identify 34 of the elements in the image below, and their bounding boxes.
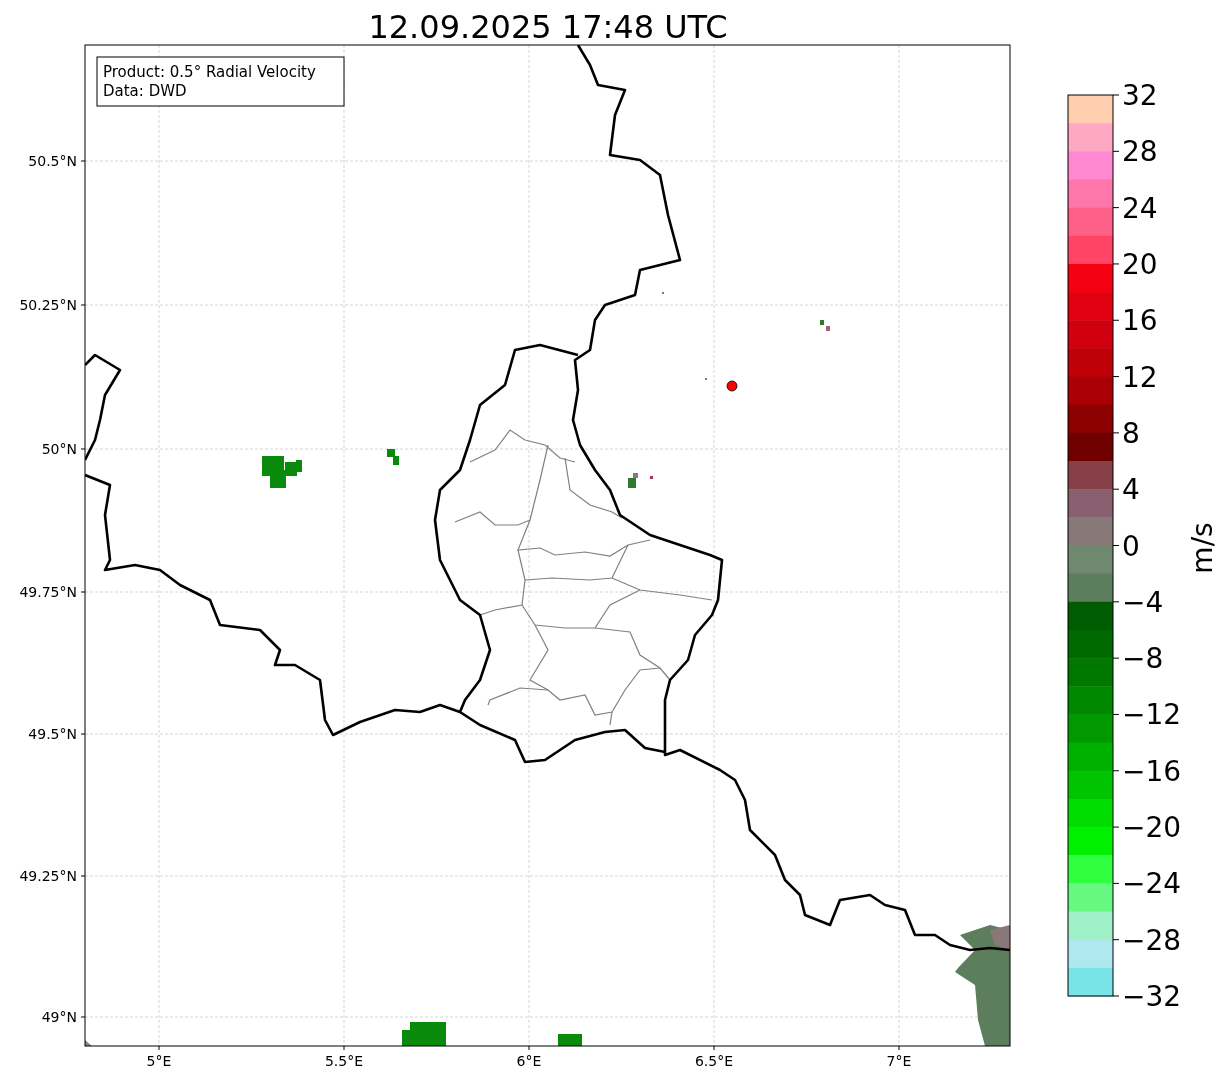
colorbar-tick-label: −32	[1122, 980, 1182, 1013]
info-text: Data: DWD	[103, 82, 187, 100]
colorbar-tick-label: −16	[1122, 754, 1182, 788]
longitude-label: 5°E	[146, 1053, 172, 1069]
latitude-label: 49.75°N	[19, 584, 77, 600]
radar-site-marker	[726, 380, 738, 392]
chart-title: 12.09.2025 17:48 UTC	[368, 8, 728, 46]
colorbar-tick-label: −8	[1122, 642, 1164, 676]
colorbar-tick-label: −4	[1122, 585, 1164, 619]
colorbar-tick-label: 28	[1122, 135, 1158, 169]
latitude-label: 50.25°N	[19, 297, 77, 313]
latitude-label: 50°N	[41, 441, 77, 457]
colorbar-tick-label: −24	[1122, 867, 1182, 901]
longitude-label: 6°E	[516, 1053, 542, 1069]
longitude-label: 6.5°E	[694, 1053, 734, 1069]
latitude-label: 49°N	[41, 1009, 77, 1025]
colorbar-tick-label: −20	[1122, 811, 1182, 845]
info-text: Product: 0.5° Radial Velocity	[103, 63, 316, 81]
colorbar-tick-label: 16	[1122, 304, 1158, 338]
longitude-label: 5.5°E	[324, 1053, 364, 1069]
colorbar-tick-label: 20	[1122, 247, 1158, 281]
longitude-label: 7°E	[886, 1053, 912, 1069]
colorbar-tick-label: 32	[1122, 79, 1158, 112]
colorbar-tick-label: −12	[1122, 698, 1182, 732]
latitude-label: 49.5°N	[28, 726, 77, 742]
colorbar-tick-label: −28	[1122, 923, 1182, 957]
latitude-label: 50.5°N	[28, 153, 77, 169]
colorbar-label: m/s	[1186, 522, 1219, 574]
latitude-label: 49.25°N	[19, 868, 77, 884]
colorbar-tick-label: 4	[1122, 473, 1140, 507]
colorbar-tick-label: 12	[1122, 360, 1158, 394]
colorbar-tick-label: 24	[1122, 191, 1158, 225]
colorbar-tick-label: 0	[1122, 529, 1140, 563]
colorbar-tick-label: 8	[1122, 416, 1140, 450]
